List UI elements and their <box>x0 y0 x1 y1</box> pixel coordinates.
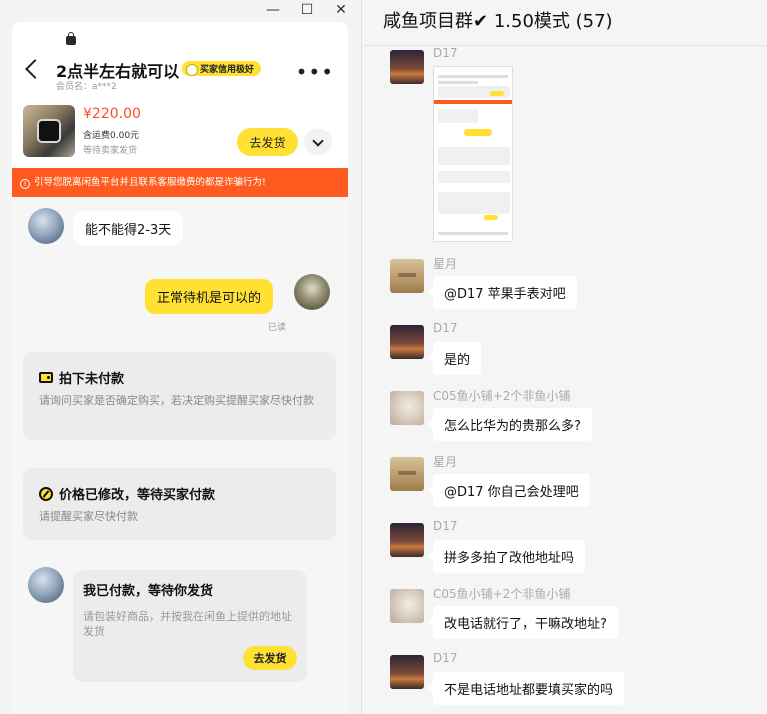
edit-price-icon <box>39 486 53 501</box>
group-title-bar: 咸鱼项目群✔ 1.50模式 (57) <box>363 0 767 46</box>
product-image[interactable] <box>23 105 75 157</box>
close-button[interactable]: ✕ <box>331 2 351 18</box>
maximize-button[interactable]: ☐ <box>297 2 317 18</box>
product-price: ¥220.00 <box>83 106 141 122</box>
message-bubble: @D17 你自己会处理吧 <box>428 474 590 507</box>
member-name: 会员名：a***2 <box>56 82 117 92</box>
fraud-warning-bar: ! 引导您脱离闲鱼平台并且联系客服缴费的都是诈骗行为! <box>12 168 348 197</box>
thumb-button <box>490 91 504 96</box>
unpaid-status-card: 拍下未付款 请询问买家是否确定购买，若决定购买提醒买家尽快付款 <box>23 352 336 440</box>
card-title: 价格已修改，等待买家付款 <box>59 488 216 503</box>
sender-name: 星月 <box>433 257 458 271</box>
message-bubble-out: 正常待机是可以的 <box>145 279 274 314</box>
message-bubble: 是的 <box>427 342 482 375</box>
wallet-icon <box>39 372 53 383</box>
back-arrow-icon[interactable] <box>25 59 45 79</box>
message-bubble: 改电话就行了，干嘛改地址? <box>428 606 618 639</box>
card-description: 请提醒买家尽快付款 <box>39 510 138 523</box>
credit-badge: 买家信用极好 <box>182 61 262 76</box>
thumb-line <box>438 75 508 78</box>
thumb-button <box>484 215 498 220</box>
chat-header: 2点半左右就可以 买家信用极好 会员名：a***2 ••• ¥220.00 含运… <box>12 22 348 168</box>
paid-status-card: 我已付款，等待你发货 请包装好商品，并按我在闲鱼上提供的地址发货 去发货 <box>73 570 307 682</box>
sender-avatar[interactable] <box>390 259 424 293</box>
group-mode: 1.50模式 (57) <box>493 11 613 32</box>
minimize-button[interactable]: — <box>263 2 283 18</box>
order-status: 等待卖家发货 <box>83 146 138 156</box>
group-name: 咸鱼项目群 <box>383 11 473 32</box>
buyer-avatar[interactable] <box>28 567 64 603</box>
check-icon: ✔ <box>473 11 489 32</box>
thumb-line <box>438 232 508 235</box>
thumb-block <box>438 147 510 165</box>
info-icon: ! <box>20 179 30 189</box>
wechat-group-window: 咸鱼项目群✔ 1.50模式 (57) D17 星月 @D17 苹果手表对吧 D1… <box>363 0 767 714</box>
card-description: 请询问买家是否确定购买，若决定购买提醒买家尽快付款 <box>39 394 314 407</box>
sender-avatar[interactable] <box>390 391 424 425</box>
thumb-block <box>438 171 510 183</box>
sender-avatar[interactable] <box>390 655 424 689</box>
paid-description: 请包装好商品，并按我在闲鱼上提供的地址发货 <box>83 610 292 638</box>
xianyu-chat-window: — ☐ ✕ 2点半左右就可以 买家信用极好 会员名：a***2 ••• ¥220… <box>0 0 362 714</box>
watch-icon <box>37 119 61 143</box>
shipping-fee: 含运费0.00元 <box>83 131 140 141</box>
ship-button[interactable]: 去发货 <box>243 646 297 670</box>
seller-avatar[interactable] <box>294 274 330 310</box>
thumb-block <box>438 109 478 123</box>
thumb-warning <box>434 100 512 104</box>
sender-avatar[interactable] <box>390 523 424 557</box>
paid-title: 我已付款，等待你发货 <box>83 584 214 599</box>
window-controls: — ☐ ✕ <box>263 2 351 18</box>
thumb-bubble <box>464 129 492 136</box>
lock-icon <box>66 32 76 45</box>
chevron-down-icon[interactable] <box>304 129 332 155</box>
buyer-avatar[interactable] <box>28 208 64 244</box>
sender-name: C05鱼小铺+2个非鱼小铺 <box>433 587 571 601</box>
message-bubble: 拼多多拍了改他地址吗 <box>427 540 586 573</box>
sender-name: C05鱼小铺+2个非鱼小铺 <box>433 389 571 403</box>
thumb-line <box>438 81 478 84</box>
sender-avatar[interactable] <box>390 50 424 84</box>
sender-avatar[interactable] <box>390 457 424 491</box>
card-title: 拍下未付款 <box>59 372 125 387</box>
sender-avatar[interactable] <box>390 589 424 623</box>
message-bubble-in: 能不能得2-3天 <box>73 211 184 246</box>
message-bubble: 怎么比华为的贵那么多? <box>428 408 592 441</box>
sender-name: D17 <box>433 321 458 335</box>
read-receipt: 已读 <box>268 323 287 333</box>
warning-text: 引导您脱离闲鱼平台并且联系客服缴费的都是诈骗行为! <box>34 177 266 188</box>
sender-name: 星月 <box>433 455 458 469</box>
message-bubble: @D17 苹果手表对吧 <box>428 276 577 309</box>
thumb-block <box>438 192 510 214</box>
chat-panel: 2点半左右就可以 买家信用极好 会员名：a***2 ••• ¥220.00 含运… <box>12 22 348 714</box>
sender-name: D17 <box>433 519 458 533</box>
price-changed-card: 价格已修改，等待买家付款 请提醒买家尽快付款 <box>23 468 336 540</box>
sender-name: D17 <box>433 651 458 665</box>
shared-screenshot[interactable] <box>433 66 513 242</box>
more-options-icon[interactable]: ••• <box>296 60 334 84</box>
sender-avatar[interactable] <box>390 325 424 359</box>
ship-button[interactable]: 去发货 <box>237 128 298 156</box>
sender-name: D17 <box>433 46 458 60</box>
message-bubble: 不是电话地址都要填买家的吗 <box>427 672 625 705</box>
